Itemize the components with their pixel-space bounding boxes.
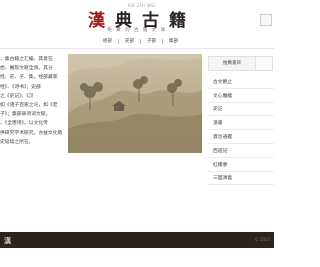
site-footer: 漢 © 2023 bbox=[0, 232, 274, 248]
recommended-book-list: 古文觀止 文心雕龍 史記 漢書 資治通鑑 西遊記 紅樓夢 三國演義 bbox=[208, 75, 274, 186]
page-bottom-space bbox=[0, 248, 274, 267]
article-line: 经、史、子、集，经部藏家 bbox=[0, 75, 58, 81]
site-subtitle: 免 費 的 古 籍 文 庫 bbox=[107, 28, 167, 33]
book-item[interactable]: 史記 bbox=[208, 103, 274, 117]
nav-item-zi[interactable]: 子部 bbox=[141, 38, 162, 44]
article-line: 供研究学术研究，亦益文化教 bbox=[0, 130, 63, 136]
book-item[interactable]: 資治通鑑 bbox=[208, 130, 274, 144]
recommended-sidebar: 推薦書目 古文觀止 文心雕龍 史記 漢書 資治通鑑 西遊記 紅樓夢 三國演義 bbox=[208, 55, 274, 186]
article-line: 子》；集部录诗词文赋， bbox=[0, 112, 51, 118]
landscape-painting-image bbox=[68, 54, 202, 153]
article-line: 想，展现文献全貌。其分 bbox=[0, 66, 53, 72]
intro-article: ，集古籍之汇编，其意在 想，展现文献全貌。其分 经、史、子、集，经部藏家 经》、… bbox=[0, 55, 66, 147]
landscape-painting-banner[interactable] bbox=[68, 54, 202, 153]
tab-recommended[interactable]: 推薦書目 bbox=[208, 55, 256, 71]
article-line: 如《诸子百家之论，如《老 bbox=[0, 103, 58, 109]
book-item[interactable]: 漢書 bbox=[208, 116, 274, 131]
book-item[interactable]: 紅樓夢 bbox=[208, 158, 274, 172]
tab-other[interactable] bbox=[256, 55, 273, 71]
book-item[interactable]: 西遊記 bbox=[208, 144, 274, 158]
nav-item-shi[interactable]: 史部 bbox=[119, 38, 140, 44]
book-item[interactable]: 古文觀止 bbox=[208, 75, 274, 89]
nav-item-ji[interactable]: 集部 bbox=[163, 38, 184, 44]
article-line: 史延续之所在。 bbox=[0, 139, 34, 145]
article-line: 经》、《诗书》；史部 bbox=[0, 84, 41, 90]
book-item[interactable]: 文心雕龍 bbox=[208, 89, 274, 103]
article-line: ，集古籍之汇编，其意在 bbox=[0, 57, 53, 62]
article-line: ，《全唐诗》。以文化传 bbox=[0, 121, 48, 127]
article-line: 之《史记》、《汉 bbox=[0, 93, 34, 99]
book-item[interactable]: 三國演義 bbox=[208, 172, 274, 186]
footer-copyright: © 2023 bbox=[254, 237, 270, 242]
sidebar-tabs: 推薦書目 bbox=[208, 55, 274, 71]
main-nav: 經部 史部 子部 集部 bbox=[97, 36, 184, 46]
search-box[interactable] bbox=[260, 14, 272, 26]
nav-item-jing[interactable]: 經部 bbox=[97, 38, 118, 44]
header-divider bbox=[0, 48, 274, 49]
site-header: GU ZHI WEI 漢 典 古 籍 免 費 的 古 籍 文 庫 經部 史部 子… bbox=[0, 0, 274, 48]
footer-logo[interactable]: 漢 bbox=[4, 236, 11, 246]
site-logo[interactable]: 漢 典 古 籍 bbox=[72, 7, 202, 31]
